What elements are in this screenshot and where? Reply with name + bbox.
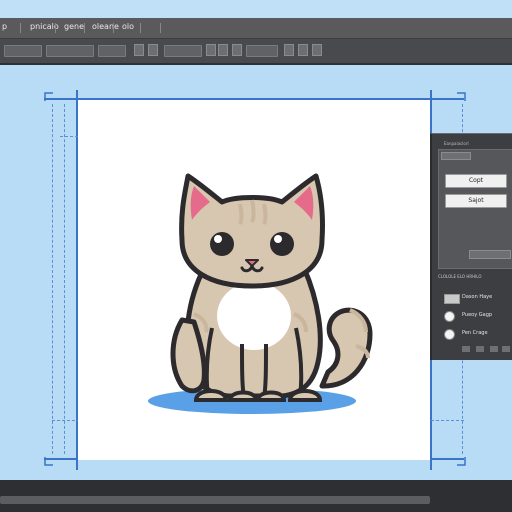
menu-item-3[interactable]: gene <box>64 22 84 32</box>
panel-footer-icon[interactable] <box>490 346 498 352</box>
toolbar-field[interactable] <box>98 45 126 57</box>
option-swatch[interactable] <box>444 294 460 304</box>
menu-item-5[interactable]: olo <box>122 22 134 32</box>
document-canvas[interactable] <box>78 100 430 460</box>
toolbar-tool-icon[interactable] <box>232 44 242 56</box>
option-row[interactable]: Pueoy Gagp <box>442 310 510 322</box>
panel-section-header: CLOLOLE ELO HRHILO <box>438 274 482 279</box>
toolbar-field[interactable] <box>4 45 42 57</box>
corner-crop-mark <box>457 92 466 101</box>
toolbar-tool-icon[interactable] <box>298 44 308 56</box>
menu-bar: p pnicalo gene oleane olo <box>0 18 512 39</box>
corner-crop-mark <box>44 92 53 101</box>
radio-button[interactable] <box>444 329 455 340</box>
title-strip <box>0 0 512 18</box>
radio-button[interactable] <box>444 311 455 322</box>
option-row[interactable]: Dason Haye <box>442 292 510 304</box>
toolbar-tool-icon[interactable] <box>134 44 144 56</box>
toolbar-tool-icon[interactable] <box>284 44 294 56</box>
toolbar-tool-icon[interactable] <box>312 44 322 56</box>
menu-item-1[interactable]: p <box>2 22 7 32</box>
properties-panel: Eanpaiaclorl Copt Sajot CLOLOLE ELO HRHI… <box>430 133 512 360</box>
option-label: Pueoy Gagp <box>462 312 493 318</box>
corner-crop-mark <box>44 457 53 466</box>
menu-item-4[interactable]: oleane <box>92 22 119 32</box>
copy-button[interactable]: Copt <box>445 174 507 188</box>
toolbar-tool-icon[interactable] <box>206 44 216 56</box>
toolbar-tool-icon[interactable] <box>218 44 228 56</box>
toolbar-tool-icon[interactable] <box>148 44 158 56</box>
menu-separator <box>55 23 56 33</box>
panel-tab[interactable] <box>441 152 471 160</box>
panel-footer-icon[interactable] <box>502 346 510 352</box>
panel-control[interactable] <box>469 250 511 259</box>
toolbar-field[interactable] <box>46 45 94 57</box>
toolbar-field[interactable] <box>246 45 278 57</box>
panel-footer-icon[interactable] <box>462 346 470 352</box>
menu-separator <box>84 23 85 33</box>
menu-separator <box>113 23 114 33</box>
option-label: Pen Crage <box>462 330 488 336</box>
option-row[interactable]: Pen Crage <box>442 328 510 340</box>
panel-title: Eanpaiaclorl <box>444 141 469 146</box>
select-button[interactable]: Sajot <box>445 194 507 208</box>
cat-illustration <box>148 173 373 414</box>
guide-dashed <box>64 104 65 454</box>
guide-dashed <box>52 104 53 454</box>
horizontal-scrollbar[interactable] <box>0 496 430 504</box>
menu-separator <box>140 23 141 33</box>
corner-crop-mark <box>457 457 466 466</box>
panel-footer-icon[interactable] <box>476 346 484 352</box>
menu-separator <box>160 23 161 33</box>
menu-separator <box>20 23 21 33</box>
toolbar-field[interactable] <box>164 45 202 57</box>
options-toolbar <box>0 39 512 65</box>
panel-body: Copt Sajot <box>438 149 512 269</box>
option-label: Dason Haye <box>462 294 493 300</box>
